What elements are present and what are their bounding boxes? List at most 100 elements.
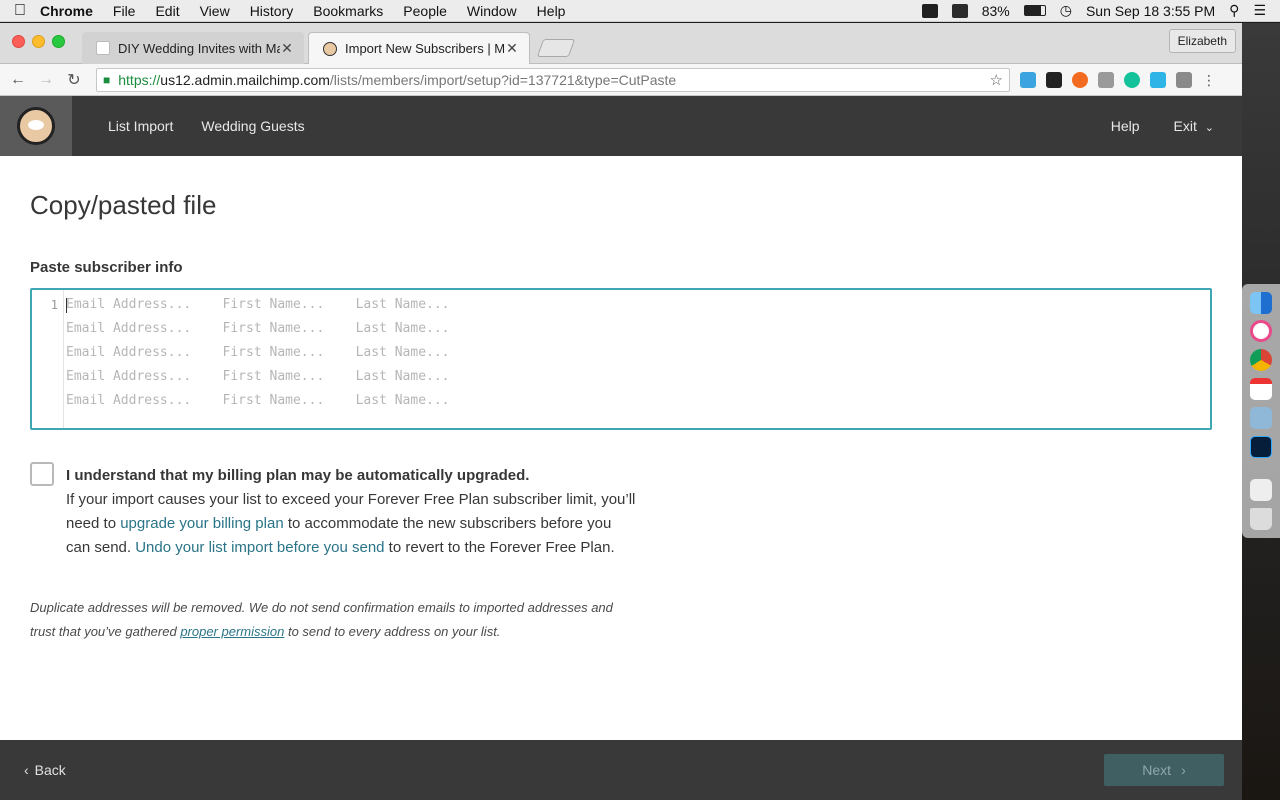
finder-icon[interactable] [1250, 292, 1272, 314]
itunes-icon[interactable] [1250, 320, 1272, 342]
nav-list-import[interactable]: List Import [108, 118, 173, 134]
menu-people[interactable]: People [403, 3, 447, 19]
lock-icon: ■ [103, 72, 111, 87]
menu-file[interactable]: File [113, 3, 136, 19]
placeholder-line: Email Address... First Name... Last Name… [66, 297, 450, 312]
preview-icon[interactable] [1250, 407, 1272, 429]
menu-window[interactable]: Window [467, 3, 517, 19]
billing-heading[interactable]: I understand that my billing plan may be… [66, 464, 636, 488]
billing-text: I understand that my billing plan may be… [66, 464, 636, 560]
photoshop-icon[interactable] [1250, 436, 1272, 458]
tab-title: DIY Wedding Invites with Mailc [118, 40, 280, 56]
wizard-footer: ‹ Back Next › [0, 740, 1242, 800]
chevron-down-icon: ⌄ [1204, 122, 1214, 134]
tab-title: Import New Subscribers | Mailc [345, 41, 505, 56]
paste-subscriber-textarea[interactable]: 1 Email Address... First Name... Last Na… [30, 288, 1212, 430]
menu-bookmarks[interactable]: Bookmarks [313, 3, 383, 19]
clock[interactable]: Sun Sep 18 3:55 PM [1086, 3, 1215, 19]
extension-icon[interactable] [1150, 71, 1166, 88]
dropbox-icon[interactable] [921, 3, 938, 18]
menu-edit[interactable]: Edit [155, 3, 179, 19]
extension-icon[interactable] [1176, 71, 1192, 88]
close-window-icon[interactable] [12, 35, 25, 48]
undo-import-link[interactable]: Undo your list import before you send [135, 539, 384, 556]
evernote-icon[interactable] [951, 3, 968, 18]
placeholder-line: Email Address... First Name... Last Name… [66, 393, 450, 408]
status-area: 83% ◷ Sun Sep 18 3:55 PM ⚲ ☰ [921, 2, 1280, 19]
extension-icon[interactable] [1046, 71, 1062, 88]
duplicate-notice: Duplicate addresses will be removed. We … [30, 596, 630, 644]
calendar-icon[interactable] [1250, 378, 1272, 400]
extensions-area: ⋮ [1020, 71, 1216, 88]
notice-text-part: to send to every address on your list. [284, 624, 501, 639]
help-link[interactable]: Help [1111, 118, 1140, 134]
music-folder-icon[interactable] [1250, 479, 1272, 501]
new-tab-button[interactable] [536, 39, 576, 57]
profile-button[interactable]: Elizabeth [1168, 29, 1236, 53]
exit-label: Exit [1173, 118, 1197, 134]
spotlight-search-icon[interactable]: ⚲ [1229, 2, 1239, 19]
extension-icon[interactable] [1098, 71, 1114, 88]
back-arrow-icon[interactable]: ← [4, 71, 32, 89]
extension-icon[interactable] [1020, 71, 1036, 88]
macos-dock [1242, 284, 1280, 538]
url-scheme: https:// [118, 71, 161, 88]
exit-menu[interactable]: Exit ⌄ [1174, 118, 1214, 134]
menu-app[interactable]: Chrome [40, 3, 93, 19]
main-content: Copy/pasted file Paste subscriber info 1… [0, 156, 1242, 644]
chrome-menu-icon[interactable]: ⋮ [1202, 72, 1216, 88]
browser-toolbar: ← → ↻ ■ https:// us12.admin.mailchimp.co… [0, 64, 1242, 96]
menu-help[interactable]: Help [537, 3, 566, 19]
menu-history[interactable]: History [250, 3, 294, 19]
extension-icon[interactable] [1072, 71, 1088, 88]
line-gutter: 1 [32, 290, 64, 428]
battery-percent: 83% [981, 2, 1010, 19]
back-label: Back [34, 762, 66, 778]
upgrade-billing-plan-link[interactable]: upgrade your billing plan [120, 515, 283, 532]
tab-close-icon[interactable]: ✕ [505, 40, 519, 57]
next-button[interactable]: Next › [1104, 754, 1224, 786]
proper-permission-link[interactable]: proper permission [180, 624, 284, 639]
url-path: /lists/members/import/setup?id=137721&ty… [329, 71, 677, 88]
bookmark-star-icon[interactable]: ☆ [990, 71, 1003, 89]
mailchimp-logo[interactable] [0, 96, 72, 156]
tab-strip: DIY Wedding Invites with Mailc ✕ Import … [0, 23, 1242, 64]
billing-upgrade-checkbox[interactable] [30, 462, 54, 486]
tab-diy-wedding-invites[interactable]: DIY Wedding Invites with Mailc ✕ [82, 32, 304, 64]
next-label: Next [1142, 762, 1172, 778]
url-host: us12.admin.mailchimp.com [160, 71, 330, 88]
app-header: List Import Wedding Guests Help Exit ⌄ [0, 96, 1242, 156]
tab-close-icon[interactable]: ✕ [280, 40, 294, 57]
placeholder-line: Email Address... First Name... Last Name… [66, 369, 450, 384]
address-bar[interactable]: ■ https:// us12.admin.mailchimp.com /lis… [96, 67, 1010, 92]
tab-import-subscribers[interactable]: Import New Subscribers | Mailc ✕ [308, 32, 530, 64]
chrome-icon[interactable] [1250, 349, 1272, 371]
paste-label: Paste subscriber info [30, 259, 183, 276]
mailchimp-favicon-icon [323, 41, 337, 56]
maximize-window-icon[interactable] [52, 35, 65, 48]
minimize-window-icon[interactable] [32, 35, 45, 48]
grammarly-icon[interactable] [1124, 71, 1140, 88]
line-number: 1 [50, 298, 58, 312]
macos-menu-bar:  Chrome File Edit View History Bookmark… [0, 0, 1280, 22]
freddie-monkey-icon [17, 107, 55, 145]
back-button[interactable]: ‹ Back [24, 762, 66, 778]
placeholder-line: Email Address... First Name... Last Name… [66, 345, 450, 360]
apple-icon[interactable]:  [0, 2, 40, 20]
chevron-left-icon: ‹ [24, 762, 29, 778]
billing-description: If your import causes your list to excee… [66, 488, 636, 560]
browser-window: DIY Wedding Invites with Mailc ✕ Import … [0, 23, 1242, 800]
battery-icon[interactable] [1023, 5, 1046, 16]
page-favicon-icon [96, 41, 110, 55]
forward-arrow-icon[interactable]: → [32, 71, 60, 89]
placeholder-line: Email Address... First Name... Last Name… [66, 321, 450, 336]
nav-wedding-guests[interactable]: Wedding Guests [201, 118, 304, 134]
header-actions: Help Exit ⌄ [1111, 118, 1242, 134]
trash-icon[interactable] [1250, 508, 1272, 530]
page-title: Copy/pasted file [30, 190, 217, 220]
chevron-right-icon: › [1181, 762, 1186, 778]
wifi-icon[interactable]: ◷ [1060, 2, 1072, 19]
reload-icon[interactable]: ↻ [60, 70, 88, 90]
menu-view[interactable]: View [200, 3, 230, 19]
notification-center-icon[interactable]: ☰ [1253, 2, 1266, 19]
